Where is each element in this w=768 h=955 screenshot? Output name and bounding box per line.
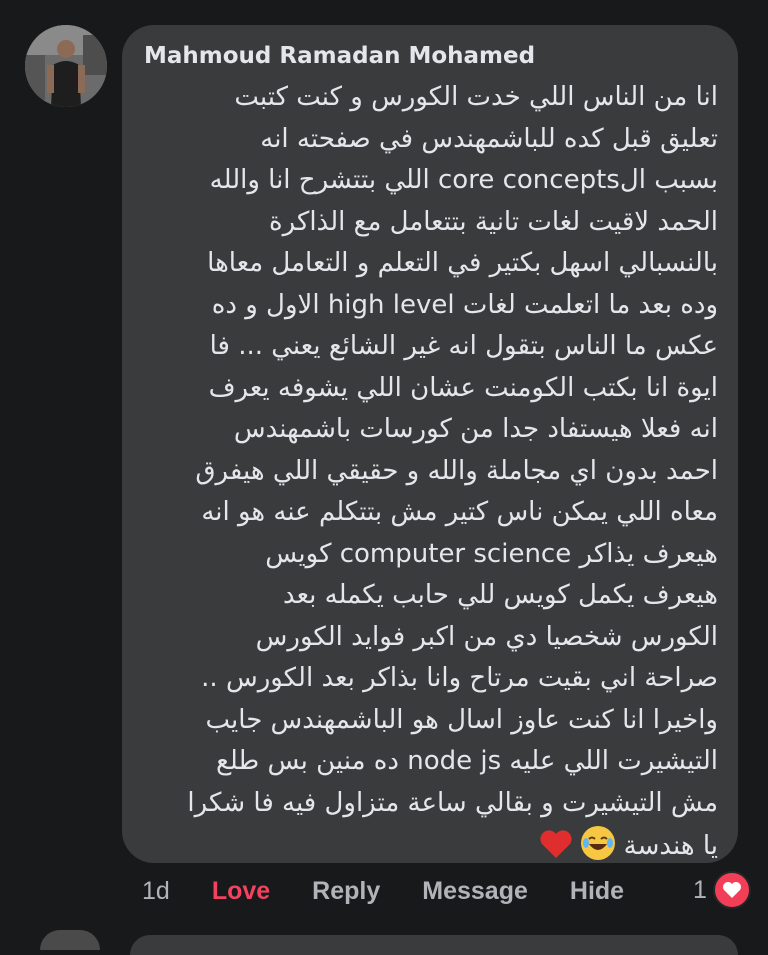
heart-icon bbox=[712, 871, 751, 909]
comment-actions: 1d Love Reply Message Hide bbox=[142, 871, 666, 911]
comment-line: التيشيرت اللي عليه node js ده منين بس طل… bbox=[216, 746, 718, 776]
comment-line-last: يا هندسة bbox=[128, 824, 718, 868]
comment-line: الحمد لاقيت لغات تانية بتتعامل مع الذاكر… bbox=[268, 206, 718, 237]
reply-button[interactable]: Reply bbox=[312, 877, 380, 906]
reaction-count: 1 bbox=[693, 875, 707, 904]
comment-line: انا من الناس اللي خدت الكورس و كنت كتبت bbox=[234, 82, 718, 112]
comment-line-text: يا هندسة bbox=[623, 831, 718, 861]
comment-line: ايوة انا بكتب الكومنت عشان اللي يشوفه يع… bbox=[208, 372, 718, 403]
next-comment-bubble bbox=[130, 935, 738, 955]
laughing-emoji-icon bbox=[581, 826, 616, 860]
comment-line: صراحة اني بقيت مرتاح وانا بذاكر بعد الكو… bbox=[201, 663, 718, 693]
comment-bubble: Mahmoud Ramadan Mohamed انا من الناس الل… bbox=[122, 25, 738, 863]
red-heart-emoji-icon bbox=[539, 827, 573, 862]
comment-line: معاه اللي يمكن ناس كتير مش بتتكلم عنه هو… bbox=[201, 497, 718, 527]
comment-line: احمد بدون اي مجاملة والله و حقيقي اللي ه… bbox=[195, 455, 718, 486]
comment-line: واخيرا انا كنت عاوز اسال هو الباشمهندس ج… bbox=[205, 704, 718, 735]
comment-line: مش التيشيرت و بقالي ساعة متزاول فيه فا ش… bbox=[187, 787, 718, 818]
avatar-photo bbox=[25, 25, 107, 107]
comment-line: بسبب الcore concepts اللي بتتشرح انا وال… bbox=[209, 165, 718, 195]
comment-line: بالنسبالي اسهل بكتير في التعلم و التعامل… bbox=[207, 248, 718, 278]
comment-timestamp[interactable]: 1d bbox=[142, 877, 170, 906]
comment-line: عكس ما الناس بتقول انه غير الشائع يعني .… bbox=[209, 331, 718, 361]
comment-line: هيعرف يكمل كويس للي حابب يكمله بعد bbox=[282, 580, 718, 610]
comment-line: وده بعد ما اتعلمت لغات high level الاول … bbox=[211, 289, 718, 320]
next-comment-avatar bbox=[40, 930, 100, 950]
comment-line: هيعرف يذاكر computer science كويس bbox=[265, 538, 718, 569]
reaction-summary[interactable]: 1 bbox=[693, 871, 751, 909]
hide-button[interactable]: Hide bbox=[570, 877, 624, 906]
comment-body: انا من الناس اللي خدت الكورس و كنت كتبت … bbox=[128, 77, 718, 868]
comment-line: انه فعلا هيستفاد جدا من كورسات باشمهندس bbox=[233, 414, 718, 444]
comment-author[interactable]: Mahmoud Ramadan Mohamed bbox=[144, 43, 535, 69]
avatar[interactable] bbox=[25, 25, 107, 107]
comment-line: تعليق قبل كده للباشمهندس في صفحته انه bbox=[260, 123, 718, 154]
comment-line: الكورس شخصيا دي من اكبر فوايد الكورس bbox=[255, 621, 718, 652]
love-button[interactable]: Love bbox=[212, 877, 270, 906]
message-button[interactable]: Message bbox=[422, 877, 528, 906]
